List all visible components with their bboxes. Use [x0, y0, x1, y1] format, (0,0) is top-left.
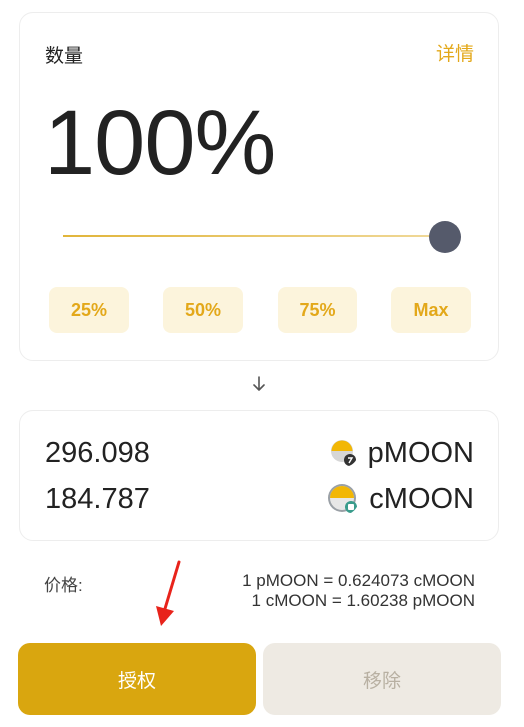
- preset-group: 25% 50% 75% Max: [49, 287, 471, 333]
- price-line-cmoon: 1 cMOON = 1.60238 pMOON: [251, 591, 475, 610]
- price-info: 1 pMOON = 0.624073 cMOON 1 cMOON = 1.602…: [242, 571, 475, 611]
- pmoon-amount: 296.098: [45, 437, 150, 469]
- cmoon-label: cMOON: [369, 483, 474, 515]
- preset-max-button[interactable]: Max: [391, 287, 471, 333]
- result-card: 296.098 pMOON 184.787 cMOON: [19, 410, 499, 541]
- pmoon-icon: [330, 439, 358, 467]
- remove-button[interactable]: 移除: [263, 643, 501, 715]
- amount-card: 数量 详情 100% 25% 50% 75% Max: [19, 12, 499, 361]
- slider-thumb[interactable]: [429, 221, 461, 253]
- pmoon-token: pMOON: [330, 433, 474, 473]
- price-label: 价格:: [44, 576, 83, 595]
- arrow-down-icon: [252, 376, 266, 392]
- cmoon-icon: [327, 483, 359, 515]
- preset-75-button[interactable]: 75%: [278, 287, 357, 333]
- percent-display: 100%: [44, 92, 276, 194]
- amount-label: 数量: [45, 46, 84, 67]
- annotation-arrow-icon: [156, 560, 181, 626]
- amount-slider[interactable]: [63, 221, 461, 253]
- result-row-cmoon: 184.787 cMOON: [45, 479, 474, 519]
- result-row-pmoon: 296.098 pMOON: [45, 433, 474, 473]
- approve-button[interactable]: 授权: [18, 643, 256, 715]
- cmoon-amount: 184.787: [45, 483, 150, 515]
- price-line-pmoon: 1 pMOON = 0.624073 cMOON: [242, 571, 475, 590]
- pmoon-label: pMOON: [367, 437, 474, 469]
- slider-track: [63, 235, 440, 237]
- cmoon-token: cMOON: [327, 479, 474, 519]
- preset-50-button[interactable]: 50%: [163, 287, 243, 333]
- detail-link[interactable]: 详情: [436, 39, 474, 66]
- preset-25-button[interactable]: 25%: [49, 287, 129, 333]
